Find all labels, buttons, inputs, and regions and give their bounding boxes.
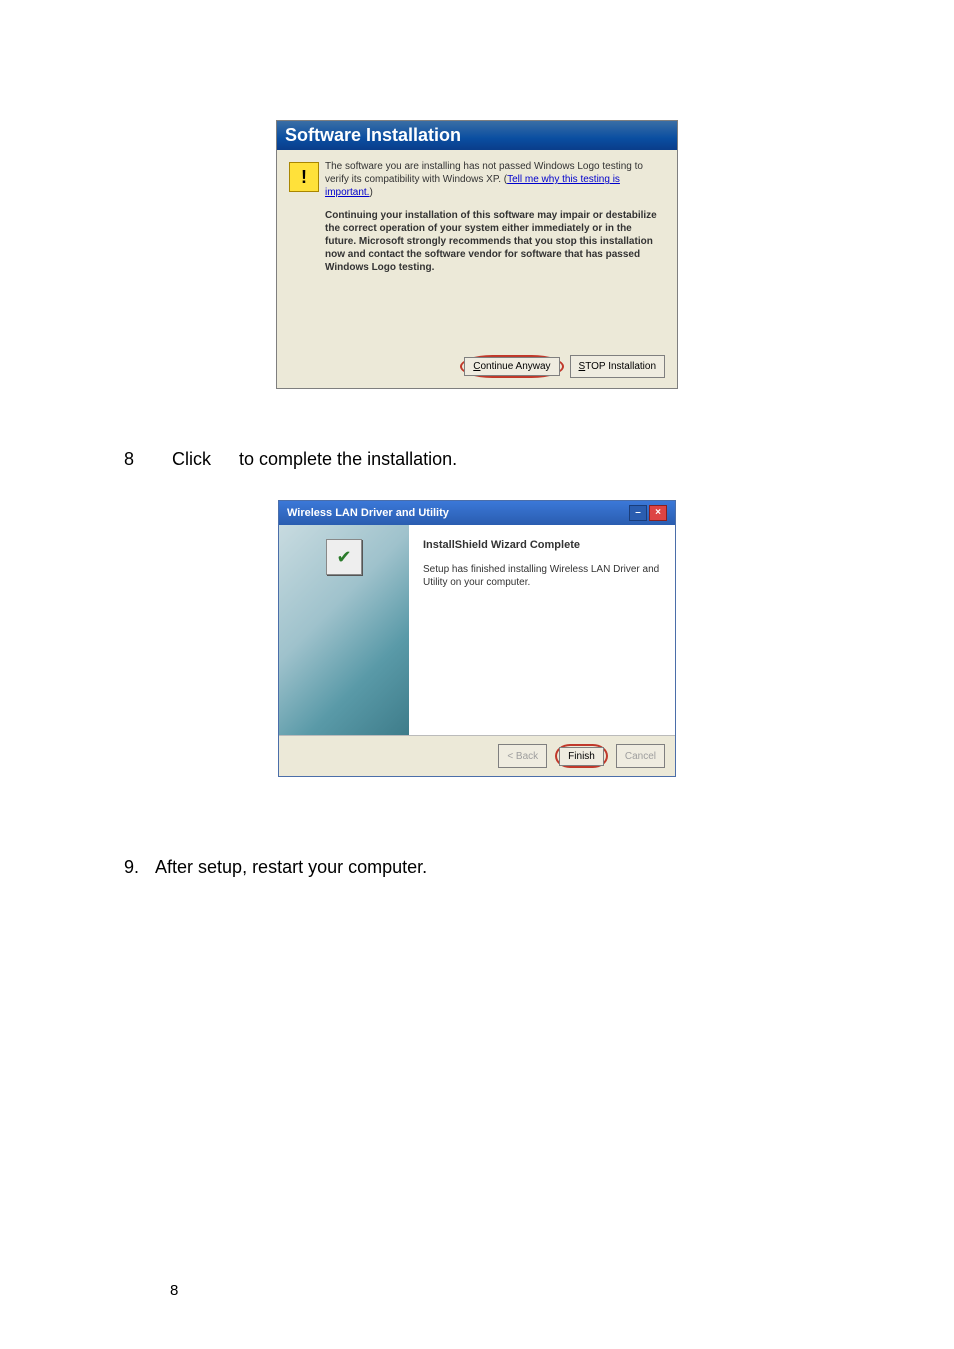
cancel-button: Cancel	[616, 744, 665, 768]
back-button: < Back	[498, 744, 547, 768]
dialog-title: Software Installation	[277, 121, 677, 150]
page-number: 8	[170, 1282, 178, 1299]
step-9-number: 9.	[124, 857, 139, 878]
step-9: 9. After setup, restart your computer.	[124, 857, 954, 878]
dialog1-paragraph2: Continuing your installation of this sof…	[325, 209, 665, 274]
dialog1-p1-close: )	[369, 187, 372, 198]
step-8-rest: to complete the installation.	[239, 449, 457, 470]
computer-check-icon: ✔	[326, 539, 362, 575]
step-9-text: After setup, restart your computer.	[155, 857, 427, 878]
step-8: 8 Click to complete the installation.	[124, 449, 954, 470]
stop-label-rest: TOP Installation	[585, 361, 656, 372]
dialog2-titlebar: Wireless LAN Driver and Utility – ×	[279, 501, 675, 525]
step-8-click: Click	[172, 449, 211, 470]
continue-label-rest: ontinue Anyway	[480, 361, 550, 372]
highlight-ring-finish: Finish	[555, 744, 608, 768]
dialog1-paragraph1: The software you are installing has not …	[325, 160, 665, 199]
step-8-number: 8	[124, 449, 144, 470]
wizard-sidebar-image: ✔	[279, 525, 409, 735]
wizard-complete-heading: InstallShield Wizard Complete	[423, 539, 661, 551]
wizard-button-row: < Back Finish Cancel	[279, 735, 675, 776]
installshield-complete-dialog: Wireless LAN Driver and Utility – × ✔ In…	[278, 500, 676, 777]
highlight-ring: Continue Anyway	[460, 355, 563, 378]
continue-anyway-button[interactable]: Continue Anyway	[464, 357, 559, 376]
software-installation-dialog: Software Installation ! The software you…	[276, 120, 678, 389]
minimize-icon[interactable]: –	[629, 505, 647, 521]
stop-installation-button[interactable]: STOP Installation	[570, 355, 665, 378]
dialog2-title: Wireless LAN Driver and Utility	[287, 507, 449, 519]
close-icon[interactable]: ×	[649, 505, 667, 521]
finish-button[interactable]: Finish	[559, 747, 604, 766]
warning-icon: !	[289, 162, 319, 192]
wizard-complete-body: Setup has finished installing Wireless L…	[423, 563, 661, 589]
